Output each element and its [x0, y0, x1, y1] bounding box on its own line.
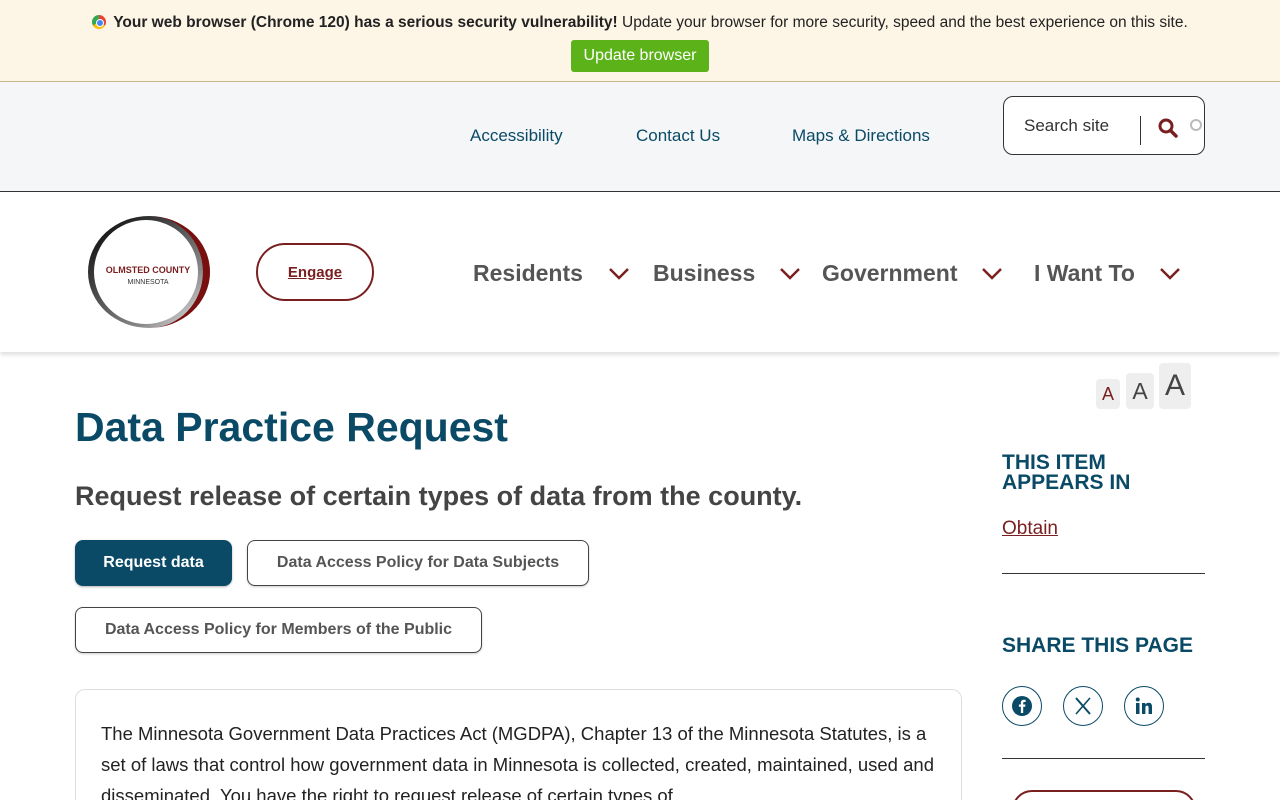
sidebar-button[interactable] [1012, 790, 1196, 800]
banner-message: Your web browser (Chrome 120) has a seri… [0, 14, 1280, 32]
chevron-down-icon[interactable] [1159, 260, 1181, 287]
sidebar-divider [1002, 758, 1205, 759]
browser-update-banner: Your web browser (Chrome 120) has a seri… [0, 0, 1280, 82]
request-data-button[interactable]: Request data [75, 540, 232, 586]
appears-in-heading-line1: THIS ITEM [1002, 451, 1106, 474]
search-divider [1140, 116, 1141, 145]
policy-public-button[interactable]: Data Access Policy for Members of the Pu… [75, 607, 482, 653]
nav-business-label: Business [653, 259, 756, 286]
font-size-medium-button[interactable]: A [1126, 373, 1154, 409]
search-button[interactable] [1156, 117, 1180, 141]
share-linkedin-button[interactable] [1124, 686, 1164, 726]
engage-button[interactable]: Engage [256, 243, 374, 301]
search-box [1003, 96, 1205, 155]
logo-text-2: MINNESOTA [127, 279, 168, 286]
accessibility-link[interactable]: Accessibility [470, 126, 563, 146]
county-logo[interactable]: OLMSTED COUNTY MINNESOTA [87, 215, 211, 329]
banner-bold-text: Your web browser (Chrome 120) has a seri… [113, 14, 618, 31]
share-x-button[interactable] [1063, 686, 1103, 726]
font-size-large-button[interactable]: A [1159, 363, 1191, 409]
loading-spinner-icon [1190, 119, 1202, 131]
page-subtitle: Request release of certain types of data… [75, 481, 803, 511]
content-card: The Minnesota Government Data Practices … [75, 689, 962, 800]
page-title: Data Practice Request [75, 404, 508, 450]
banner-text: Update your browser for more security, s… [617, 14, 1188, 31]
utility-bar: Accessibility Contact Us Maps & Directio… [0, 82, 1280, 192]
nav-i-want-to[interactable]: I Want To [1034, 256, 1181, 290]
update-browser-button[interactable]: Update browser [571, 40, 709, 72]
chrome-icon [92, 15, 107, 29]
appears-in-heading: THIS ITEM APPEARS IN [1002, 451, 1131, 494]
search-icon [1158, 118, 1178, 138]
linkedin-icon [1135, 697, 1152, 714]
x-icon [1075, 697, 1091, 715]
chevron-down-icon[interactable] [608, 260, 630, 287]
facebook-icon [1012, 696, 1032, 716]
nav-residents[interactable]: Residents [473, 256, 630, 290]
chevron-down-icon[interactable] [779, 260, 801, 287]
share-heading: SHARE THIS PAGE [1002, 634, 1193, 657]
nav-government[interactable]: Government [822, 256, 1003, 290]
main-header: OLMSTED COUNTY MINNESOTA Engage Resident… [0, 192, 1280, 352]
nav-i-want-to-label: I Want To [1034, 259, 1135, 286]
share-facebook-button[interactable] [1002, 686, 1042, 726]
sidebar-divider [1002, 573, 1205, 574]
obtain-link[interactable]: Obtain [1002, 518, 1058, 540]
county-logo-seal-icon: OLMSTED COUNTY MINNESOTA [88, 216, 210, 328]
body-text: The Minnesota Government Data Practices … [101, 723, 934, 800]
appears-in-heading-line2: APPEARS IN [1002, 471, 1131, 494]
font-size-controls: A A A [1096, 363, 1191, 409]
contact-us-link[interactable]: Contact Us [636, 126, 720, 146]
nav-business[interactable]: Business [653, 256, 801, 290]
maps-directions-link[interactable]: Maps & Directions [792, 126, 930, 146]
nav-government-label: Government [822, 259, 958, 286]
policy-data-subjects-button[interactable]: Data Access Policy for Data Subjects [247, 540, 589, 586]
chevron-down-icon[interactable] [981, 260, 1003, 287]
search-input[interactable] [1024, 113, 1134, 139]
nav-residents-label: Residents [473, 259, 583, 286]
logo-text-1: OLMSTED COUNTY [106, 265, 191, 275]
font-size-small-button[interactable]: A [1096, 379, 1120, 409]
